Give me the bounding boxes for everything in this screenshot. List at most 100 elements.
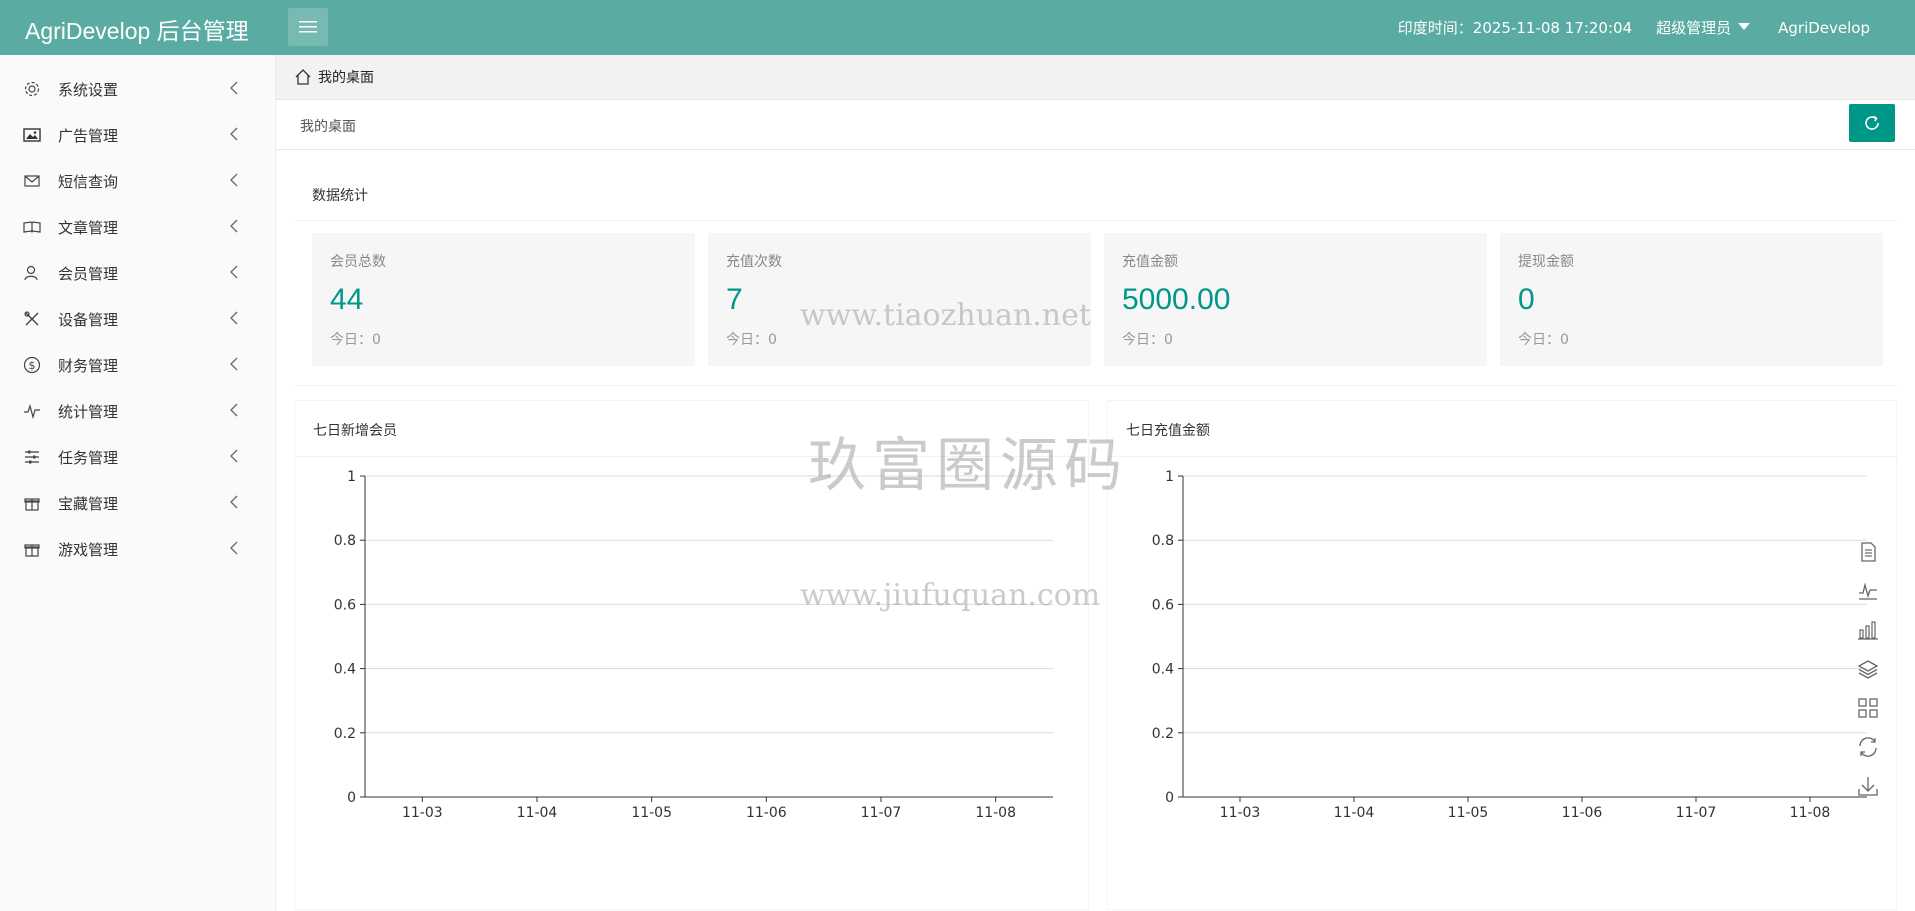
y-tick-label: 1 [347, 469, 356, 485]
x-tick-label: 11-04 [517, 805, 558, 821]
chart-title: 七日充值金额 [1126, 423, 1210, 439]
stack-icon[interactable] [1856, 657, 1880, 681]
role-dropdown[interactable]: 超级管理员 [1656, 17, 1751, 38]
app-brand[interactable]: AgriDevelop 后台管理 [25, 12, 249, 46]
stat-card-recharge-amount[interactable]: 充值金额 5000.00 今日：0 [1104, 233, 1487, 366]
restore-icon[interactable] [1856, 735, 1880, 759]
y-tick-label: 0.2 [1152, 726, 1174, 742]
sidebar-item-label: 设备管理 [58, 311, 119, 329]
chevron-left-icon [230, 403, 238, 417]
sidebar-item-label: 系统设置 [58, 81, 119, 99]
sidebar-item-label: 文章管理 [58, 219, 119, 237]
y-tick-label: 0.4 [334, 662, 356, 678]
sidebar-item-statistics[interactable]: 统计管理 [0, 388, 275, 434]
role-label: 超级管理员 [1656, 19, 1732, 37]
stat-value: 0 [1518, 283, 1535, 316]
user-icon [23, 264, 41, 282]
sidebar-item-label: 广告管理 [58, 127, 119, 145]
x-tick-label: 11-03 [1220, 805, 1261, 821]
x-tick-label: 11-08 [975, 805, 1016, 821]
tiled-icon[interactable] [1856, 696, 1880, 720]
chevron-left-icon [230, 173, 238, 187]
x-tick-label: 11-07 [861, 805, 902, 821]
x-tick-label: 11-05 [1448, 805, 1489, 821]
username-link[interactable]: AgriDevelop [1778, 19, 1870, 37]
download-icon[interactable] [1856, 774, 1880, 798]
sidebar-item-articles[interactable]: 文章管理 [0, 204, 275, 250]
sidebar-item-label: 宝藏管理 [58, 495, 119, 513]
y-tick-label: 0.6 [1152, 597, 1174, 613]
y-tick-label: 0.8 [334, 533, 356, 549]
sidebar: 系统设置 广告管理 短信查询 文章管理 会员管理 设备管理 $ 财务管理 统计管… [0, 55, 276, 911]
stat-today: 今日：0 [1518, 332, 1569, 348]
page-title: 我的桌面 [300, 119, 356, 135]
stat-card-withdraw-amount[interactable]: 提现金额 0 今日：0 [1500, 233, 1883, 366]
sidebar-item-ads[interactable]: 广告管理 [0, 112, 275, 158]
stat-today: 今日：0 [330, 332, 381, 348]
stat-card-recharge-count[interactable]: 充值次数 7 今日：0 [708, 233, 1091, 366]
chevron-left-icon [230, 495, 238, 509]
gift-icon [23, 494, 41, 512]
stat-label: 提现金额 [1518, 254, 1574, 270]
home-icon[interactable] [294, 68, 312, 86]
chevron-left-icon [230, 357, 238, 371]
breadcrumb-current[interactable]: 我的桌面 [318, 67, 374, 87]
image-icon [23, 126, 41, 144]
sidebar-item-members[interactable]: 会员管理 [0, 250, 275, 296]
svg-text:$: $ [29, 359, 36, 372]
stat-label: 充值次数 [726, 254, 782, 270]
y-tick-label: 0 [347, 790, 356, 806]
data-view-icon[interactable] [1856, 540, 1880, 564]
y-tick-label: 0 [1165, 790, 1174, 806]
chevron-left-icon [230, 541, 238, 555]
dollar-icon: $ [23, 356, 41, 374]
y-tick-label: 0.6 [334, 597, 356, 613]
sidebar-item-sms[interactable]: 短信查询 [0, 158, 275, 204]
sliders-icon [23, 448, 41, 466]
chevron-left-icon [230, 219, 238, 233]
server-time: 印度时间：2025-11-08 17:20:04 [1397, 19, 1633, 37]
x-tick-label: 11-04 [1334, 805, 1375, 821]
mail-icon [23, 172, 41, 190]
gear-icon [23, 80, 41, 98]
sidebar-item-devices[interactable]: 设备管理 [0, 296, 275, 342]
refresh-icon [1865, 115, 1879, 130]
menu-toggle-button[interactable] [288, 8, 328, 46]
divider [294, 385, 1897, 386]
line-chart-icon[interactable] [1856, 579, 1880, 603]
sidebar-item-finance[interactable]: $ 财务管理 [0, 342, 275, 388]
y-tick-label: 1 [1165, 469, 1174, 485]
stat-card-members[interactable]: 会员总数 44 今日：0 [312, 233, 695, 366]
chevron-left-icon [230, 449, 238, 463]
sidebar-item-tasks[interactable]: 任务管理 [0, 434, 275, 480]
sidebar-item-system[interactable]: 系统设置 [0, 66, 275, 112]
chart-toolbox [1856, 540, 1880, 813]
stat-value: 7 [726, 283, 743, 316]
x-tick-label: 11-07 [1676, 805, 1717, 821]
page-titlebar: 我的桌面 [276, 100, 1915, 150]
chart-recharge-amount: 0 0.2 0.4 0.6 0.8 1 11-03 11-04 11-05 11-06 11-07 1… [1152, 469, 1867, 821]
sidebar-item-label: 任务管理 [58, 449, 119, 467]
chevron-left-icon [230, 311, 238, 325]
chevron-left-icon [230, 81, 238, 95]
sidebar-item-label: 游戏管理 [58, 541, 119, 559]
chevron-left-icon [230, 127, 238, 141]
caret-down-icon [1738, 22, 1751, 30]
stat-label: 充值金额 [1122, 254, 1178, 270]
gift-icon [23, 540, 41, 558]
stat-label: 会员总数 [330, 254, 386, 270]
sidebar-item-label: 会员管理 [58, 265, 119, 283]
stat-today: 今日：0 [726, 332, 777, 348]
x-tick-label: 11-06 [1562, 805, 1603, 821]
sidebar-item-treasure[interactable]: 宝藏管理 [0, 480, 275, 526]
y-tick-label: 0.8 [1152, 533, 1174, 549]
hamburger-icon [299, 21, 317, 33]
sidebar-item-games[interactable]: 游戏管理 [0, 526, 275, 572]
chart-card-recharge-amount: 七日充值金额 0 0.2 0.4 0.6 0.8 1 11-03 11-04 11-05 11-0… [1107, 400, 1898, 910]
book-icon [23, 218, 41, 236]
divider [294, 220, 1897, 221]
y-tick-label: 0.4 [1152, 662, 1174, 678]
chart-card-new-members: 七日新增会员 0 0.2 0.4 0.6 0.8 1 11-03 11-04 11-05 11-0… [294, 400, 1090, 910]
bar-chart-icon[interactable] [1856, 618, 1880, 642]
refresh-button[interactable] [1849, 104, 1895, 142]
